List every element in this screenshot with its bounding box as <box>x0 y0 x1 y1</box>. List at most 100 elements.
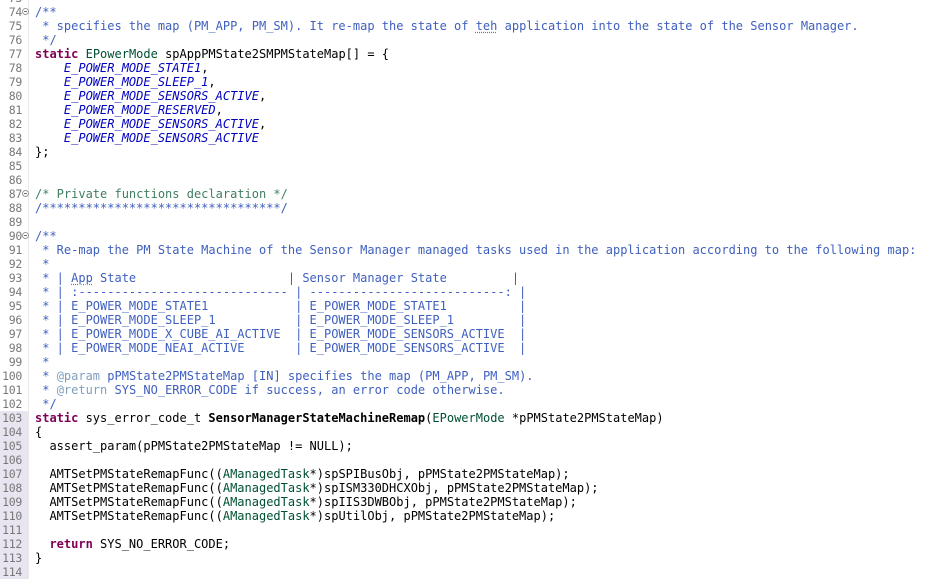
code-line[interactable]: 102 */ <box>0 397 932 411</box>
line-gutter[interactable]: 91 <box>0 243 29 257</box>
code-line[interactable]: 105 assert_param(pPMState2PMStateMap != … <box>0 439 932 453</box>
code-line[interactable]: 85 <box>0 159 932 173</box>
code-line[interactable]: 75 * specifies the map (PM_APP, PM_SM). … <box>0 19 932 33</box>
line-number: 108 <box>2 481 22 495</box>
code-token: { <box>35 425 43 439</box>
code-line[interactable]: 108 AMTSetPMStateRemapFunc((AManagedTask… <box>0 481 932 495</box>
line-gutter[interactable]: 75 <box>0 19 29 33</box>
line-number: 74 <box>8 5 23 19</box>
code-line[interactable]: 96 * | E_POWER_MODE_SLEEP_1 | E_POWER_MO… <box>0 313 932 327</box>
code-line[interactable]: 94 * | :----------------------------- | … <box>0 285 932 299</box>
code-token: , <box>215 103 223 117</box>
line-gutter[interactable]: 94 <box>0 285 29 299</box>
code-line[interactable]: 104 { <box>0 425 932 439</box>
line-gutter[interactable]: 102 <box>0 397 29 411</box>
code-line[interactable]: 82 E_POWER_MODE_SENSORS_ACTIVE, <box>0 117 932 131</box>
code-line[interactable]: 88 /*********************************/ <box>0 201 932 215</box>
line-gutter[interactable]: 90 <box>0 229 29 243</box>
line-code: /** <box>35 5 57 19</box>
code-line[interactable]: 87 /* Private functions declaration */ <box>0 187 932 201</box>
code-line[interactable]: 79 E_POWER_MODE_SLEEP_1, <box>0 75 932 89</box>
line-gutter[interactable]: 112 <box>0 537 29 551</box>
line-gutter[interactable]: 79 <box>0 75 29 89</box>
code-line[interactable]: 81 E_POWER_MODE_RESERVED, <box>0 103 932 117</box>
line-gutter[interactable]: 81 <box>0 103 29 117</box>
code-line[interactable]: 93 * | App State | Sensor Manager State … <box>0 271 932 285</box>
code-line[interactable]: 101 * @return SYS_NO_ERROR_CODE if succe… <box>0 383 932 397</box>
line-gutter[interactable]: 83 <box>0 131 29 145</box>
line-gutter[interactable]: 84 <box>0 145 29 159</box>
line-code: static sys_error_code_t SensorManagerSta… <box>35 411 664 425</box>
line-gutter[interactable]: 105 <box>0 439 29 453</box>
code-line[interactable]: 80 E_POWER_MODE_SENSORS_ACTIVE, <box>0 89 932 103</box>
code-line[interactable]: 84}; <box>0 145 932 159</box>
code-line[interactable]: 89 <box>0 215 932 229</box>
line-gutter[interactable]: 92 <box>0 257 29 271</box>
code-editor[interactable]: 7374/**75 * specifies the map (PM_APP, P… <box>0 0 932 579</box>
line-number: 80 <box>8 89 23 103</box>
line-gutter[interactable]: 77 <box>0 47 29 61</box>
line-gutter[interactable]: 107 <box>0 467 29 481</box>
code-line[interactable]: 97 * | E_POWER_MODE_X_CUBE_AI_ACTIVE | E… <box>0 327 932 341</box>
code-line[interactable]: 77 static EPowerMode spAppPMState2SMPMSta… <box>0 47 932 61</box>
code-line[interactable]: 99 * <box>0 355 932 369</box>
javadoc-comment: * | :----------------------------- | ---… <box>35 285 527 299</box>
code-line[interactable]: 110 AMTSetPMStateRemapFunc((AManagedTask… <box>0 509 932 523</box>
line-gutter[interactable]: 85 <box>0 159 29 173</box>
line-gutter[interactable]: 96 <box>0 313 29 327</box>
line-gutter[interactable]: 87 <box>0 187 29 201</box>
line-gutter[interactable]: 74 <box>0 5 29 19</box>
code-line[interactable]: 106 <box>0 453 932 467</box>
line-gutter[interactable]: 101 <box>0 383 29 397</box>
code-line[interactable]: 103 static sys_error_code_t SensorManager… <box>0 411 932 425</box>
javadoc-comment: State | Sensor Manager State | <box>92 271 520 285</box>
line-gutter[interactable]: 110 <box>0 509 29 523</box>
line-gutter[interactable]: 89 <box>0 215 29 229</box>
line-gutter[interactable]: 104 <box>0 425 29 439</box>
code-line[interactable]: 109 AMTSetPMStateRemapFunc((AManagedTask… <box>0 495 932 509</box>
line-gutter[interactable]: 93 <box>0 271 29 285</box>
line-gutter[interactable]: 99 <box>0 355 29 369</box>
code-line[interactable]: 90 /** <box>0 229 932 243</box>
code-line[interactable]: 107 AMTSetPMStateRemapFunc((AManagedTask… <box>0 467 932 481</box>
line-gutter[interactable]: 114 <box>0 565 29 579</box>
line-gutter[interactable]: 80 <box>0 89 29 103</box>
line-number: 100 <box>2 369 22 383</box>
code-line[interactable]: 113} <box>0 551 932 565</box>
code-line[interactable]: 95 * | E_POWER_MODE_STATE1 | E_POWER_MOD… <box>0 299 932 313</box>
line-gutter[interactable]: 103 <box>0 411 29 425</box>
code-line[interactable]: 114 <box>0 565 932 579</box>
line-gutter[interactable]: 88 <box>0 201 29 215</box>
code-line[interactable]: 86 <box>0 173 932 187</box>
code-line[interactable]: 91 * Re-map the PM State Machine of the … <box>0 243 932 257</box>
code-line[interactable]: 78 E_POWER_MODE_STATE1, <box>0 61 932 75</box>
line-gutter[interactable]: 109 <box>0 495 29 509</box>
code-line[interactable]: 112 return SYS_NO_ERROR_CODE; <box>0 537 932 551</box>
line-gutter[interactable]: 76 <box>0 33 29 47</box>
line-gutter[interactable]: 95 <box>0 299 29 313</box>
line-gutter[interactable]: 78 <box>0 61 29 75</box>
code-line[interactable]: 111 <box>0 523 932 537</box>
line-gutter[interactable]: 97 <box>0 327 29 341</box>
fold-collapse-icon[interactable] <box>22 190 29 197</box>
line-gutter[interactable]: 113 <box>0 551 29 565</box>
fold-collapse-icon[interactable] <box>22 232 29 239</box>
fold-collapse-icon[interactable] <box>22 8 29 15</box>
line-gutter[interactable]: 100 <box>0 369 29 383</box>
code-line[interactable]: 98 * | E_POWER_MODE_NEAI_ACTIVE | E_POWE… <box>0 341 932 355</box>
code-line[interactable]: 76 */ <box>0 33 932 47</box>
line-gutter[interactable]: 106 <box>0 453 29 467</box>
line-number: 111 <box>2 523 22 537</box>
line-gutter[interactable]: 108 <box>0 481 29 495</box>
line-gutter[interactable]: 86 <box>0 173 29 187</box>
code-line[interactable]: 83 E_POWER_MODE_SENSORS_ACTIVE <box>0 131 932 145</box>
code-line[interactable]: 74 /** <box>0 5 932 19</box>
line-gutter[interactable]: 111 <box>0 523 29 537</box>
enum-constant-token: E_POWER_MODE_SLEEP_1 <box>63 75 209 89</box>
line-gutter[interactable]: 98 <box>0 341 29 355</box>
line-gutter[interactable]: 82 <box>0 117 29 131</box>
line-number: 113 <box>2 551 22 565</box>
code-line[interactable]: 100 * @param pPMState2PMStateMap [IN] sp… <box>0 369 932 383</box>
code-line[interactable]: 92 * <box>0 257 932 271</box>
